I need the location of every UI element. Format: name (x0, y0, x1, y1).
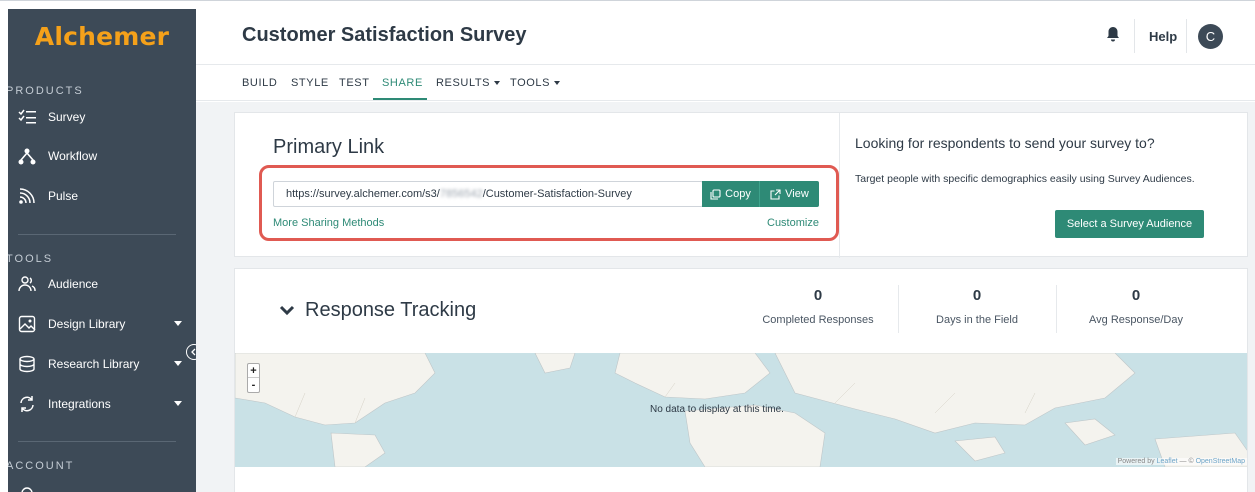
header-divider (1134, 19, 1135, 53)
tab-build[interactable]: BUILD (242, 77, 277, 89)
survey-nav-tabs: BUILD STYLE TEST SHARE RESULTS TOOLS (196, 64, 1255, 101)
map-empty-message: No data to display at this time. (650, 404, 784, 415)
chevron-down-icon (279, 299, 295, 322)
help-link[interactable]: Help (1149, 29, 1177, 44)
caret-down-icon (554, 81, 561, 86)
leaflet-link[interactable]: Leaflet (1157, 458, 1178, 465)
primary-link-highlight (259, 165, 839, 241)
response-tracking-card: Response Tracking 0 Completed Responses … (234, 268, 1248, 492)
products-heading: PRODUCTS (8, 85, 84, 97)
chevron-down-icon (174, 361, 182, 366)
attribution-separator: — © (1177, 458, 1196, 465)
sidebar-divider (18, 234, 176, 235)
sidebar-item-label: Audience (48, 277, 99, 291)
tab-share[interactable]: SHARE (382, 77, 423, 89)
sidebar-item-survey[interactable]: Survey (18, 103, 188, 131)
bell-icon[interactable] (1106, 26, 1120, 47)
tab-tools-label: TOOLS (510, 77, 551, 89)
audience-icon (18, 275, 36, 293)
response-tracking-toggle[interactable]: Response Tracking (279, 299, 476, 322)
audience-promo-title: Looking for respondents to send your sur… (855, 135, 1155, 151)
top-header: Customer Satisfaction Survey Help C (196, 9, 1255, 64)
select-survey-audience-button[interactable]: Select a Survey Audience (1055, 210, 1204, 238)
primary-link-card: Primary Link https://survey.alchemer.com… (234, 112, 1248, 258)
sidebar-item-pulse[interactable]: Pulse (18, 182, 188, 210)
sidebar-item-integrations[interactable]: Integrations (18, 390, 188, 418)
stat-avg-response-day: 0 Avg Response/Day (1057, 287, 1215, 326)
stat-label: Days in the Field (936, 314, 1018, 326)
workflow-icon (18, 147, 36, 165)
sidebar-item-label: Survey (48, 110, 86, 124)
sidebar-item-design-library[interactable]: Design Library (18, 310, 188, 338)
sidebar-item-audience[interactable]: Audience (18, 270, 188, 298)
sidebar-item-research-library[interactable]: Research Library (18, 350, 188, 378)
user-avatar[interactable]: C (1198, 24, 1223, 49)
map-zoom-control: + - (247, 363, 260, 393)
card-divider (839, 113, 840, 258)
alchemer-logo[interactable]: Alchemer (8, 9, 196, 64)
audience-promo-description: Target people with specific demographics… (855, 173, 1195, 185)
stat-value: 0 (1131, 287, 1141, 304)
primary-link-title: Primary Link (273, 136, 385, 158)
research-library-icon (18, 355, 36, 373)
active-tab-indicator (373, 98, 427, 100)
sidebar-divider (18, 441, 176, 442)
tab-tools[interactable]: TOOLS (510, 77, 561, 89)
account-heading: ACCOUNT (8, 460, 75, 472)
tab-style[interactable]: STYLE (291, 77, 329, 89)
zoom-out-button[interactable]: - (248, 378, 259, 392)
sidebar-item-label: Pulse (48, 189, 79, 203)
sidebar-item-label: Design Library (48, 317, 126, 331)
stat-label: Avg Response/Day (1089, 314, 1183, 326)
sidebar-item-workflow[interactable]: Workflow (18, 142, 188, 170)
integrations-icon (18, 395, 36, 413)
sidebar-item-label: Integrations (48, 397, 111, 411)
map-attribution: Powered by Leaflet — © OpenStreetMap (1115, 458, 1247, 465)
stat-value: 0 (813, 287, 823, 304)
sidebar-item-label: Research Library (48, 357, 140, 371)
header-divider (1186, 19, 1187, 53)
sidebar: Alchemer PRODUCTS Survey Workflow Pulse … (8, 9, 196, 492)
chevron-down-icon (174, 321, 182, 326)
tab-results[interactable]: RESULTS (436, 77, 501, 89)
chevron-down-icon (174, 401, 182, 406)
design-library-icon (18, 315, 36, 333)
stat-completed-responses: 0 Completed Responses (739, 287, 897, 326)
caret-down-icon (494, 81, 501, 86)
openstreetmap-link[interactable]: OpenStreetMap (1196, 458, 1245, 465)
response-tracking-title: Response Tracking (305, 299, 477, 321)
stat-value: 0 (972, 287, 982, 304)
stat-label: Completed Responses (762, 314, 874, 326)
stat-days-in-field: 0 Days in the Field (898, 287, 1056, 326)
pulse-icon (18, 187, 36, 205)
response-map[interactable]: + - No data to display at this time. Pow… (235, 353, 1247, 467)
account-gear-icon (18, 484, 36, 492)
attribution-prefix: Powered by (1117, 458, 1157, 465)
zoom-in-button[interactable]: + (248, 364, 259, 378)
main-content: Primary Link https://survey.alchemer.com… (196, 102, 1255, 492)
tools-heading: TOOLS (8, 253, 54, 265)
tab-test[interactable]: TEST (339, 77, 370, 89)
tab-results-label: RESULTS (436, 77, 491, 89)
survey-list-icon (18, 108, 36, 126)
page-title: Customer Satisfaction Survey (242, 24, 527, 46)
sidebar-item-label: Workflow (48, 149, 98, 163)
sidebar-item-account[interactable] (18, 479, 188, 492)
